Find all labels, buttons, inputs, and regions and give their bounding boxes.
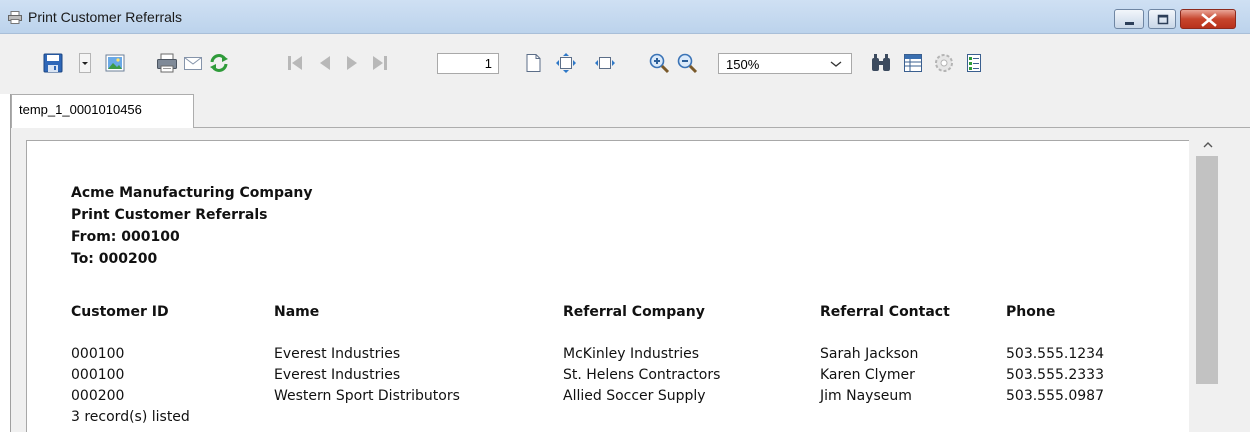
toolbar: 1 150% <box>0 34 1250 94</box>
zoom-out-icon[interactable] <box>676 52 698 74</box>
report-company: Acme Manufacturing Company <box>71 185 313 201</box>
tab-strip: temp_1_0001010456 <box>10 94 1250 128</box>
row-2-referral-company: St. Helens Contractors <box>563 367 721 383</box>
row-3-name: Western Sport Distributors <box>274 388 460 404</box>
row-1-phone: 503.555.1234 <box>1006 346 1104 362</box>
title-bar: Print Customer Referrals <box>0 0 1250 34</box>
row-3-phone: 503.555.0987 <box>1006 388 1104 404</box>
save-dropdown-icon[interactable] <box>79 52 91 74</box>
row-3-referral-contact: Jim Nayseum <box>820 388 912 404</box>
close-icon <box>1201 13 1217 27</box>
column-header-phone: Phone <box>1006 304 1056 320</box>
refresh-icon[interactable] <box>208 52 230 74</box>
previous-page-icon[interactable] <box>314 52 336 74</box>
group-tree-icon[interactable] <box>902 52 924 74</box>
single-page-icon[interactable] <box>522 52 544 74</box>
row-2-name: Everest Industries <box>274 367 401 383</box>
export-image-icon[interactable] <box>104 52 126 74</box>
first-page-icon[interactable] <box>284 52 306 74</box>
row-1-customer-id: 000100 <box>71 346 125 362</box>
column-header-name: Name <box>274 304 320 320</box>
record-count: 3 record(s) listed <box>71 409 190 425</box>
page-number-input[interactable]: 1 <box>437 53 499 74</box>
report-title: Print Customer Referrals <box>71 207 268 223</box>
maximize-icon <box>1157 14 1169 25</box>
printer-app-icon <box>8 11 22 24</box>
scrollbar-thumb[interactable] <box>1196 156 1218 384</box>
fit-width-icon[interactable] <box>594 52 616 74</box>
column-header-referral-contact: Referral Contact <box>820 304 950 320</box>
save-icon[interactable] <box>42 52 64 74</box>
print-icon[interactable] <box>156 52 178 74</box>
row-1-name: Everest Industries <box>274 346 401 362</box>
report-to: To: 000200 <box>71 251 158 267</box>
last-page-icon[interactable] <box>369 52 391 74</box>
export-icon[interactable] <box>963 52 985 74</box>
row-1-referral-company: McKinley Industries <box>563 346 700 362</box>
maximize-button[interactable] <box>1148 9 1176 29</box>
zoom-in-icon[interactable] <box>648 52 670 74</box>
row-3-customer-id: 000200 <box>71 388 125 404</box>
minimize-button[interactable] <box>1114 9 1144 29</box>
chevron-down-icon <box>830 61 842 67</box>
row-2-customer-id: 000100 <box>71 367 125 383</box>
scroll-up-arrow-icon[interactable] <box>1193 134 1223 154</box>
tab-report[interactable]: temp_1_0001010456 <box>11 94 194 128</box>
window-title: Print Customer Referrals <box>28 9 183 25</box>
zoom-value: 150% <box>726 57 760 72</box>
column-header-customer-id: Customer ID <box>71 304 169 320</box>
zoom-select[interactable]: 150% <box>718 53 852 74</box>
row-2-referral-contact: Karen Clymer <box>820 367 915 383</box>
row-2-phone: 503.555.2333 <box>1006 367 1104 383</box>
column-header-referral-company: Referral Company <box>563 304 705 320</box>
fit-page-icon[interactable] <box>555 52 577 74</box>
row-3-referral-company: Allied Soccer Supply <box>563 388 706 404</box>
find-icon[interactable] <box>870 52 892 74</box>
report-from: From: 000100 <box>71 229 180 245</box>
close-button[interactable] <box>1180 9 1236 29</box>
row-1-referral-contact: Sarah Jackson <box>820 346 919 362</box>
email-icon[interactable] <box>182 52 204 74</box>
parameters-icon[interactable] <box>933 52 955 74</box>
minimize-icon <box>1125 22 1134 25</box>
next-page-icon[interactable] <box>341 52 363 74</box>
